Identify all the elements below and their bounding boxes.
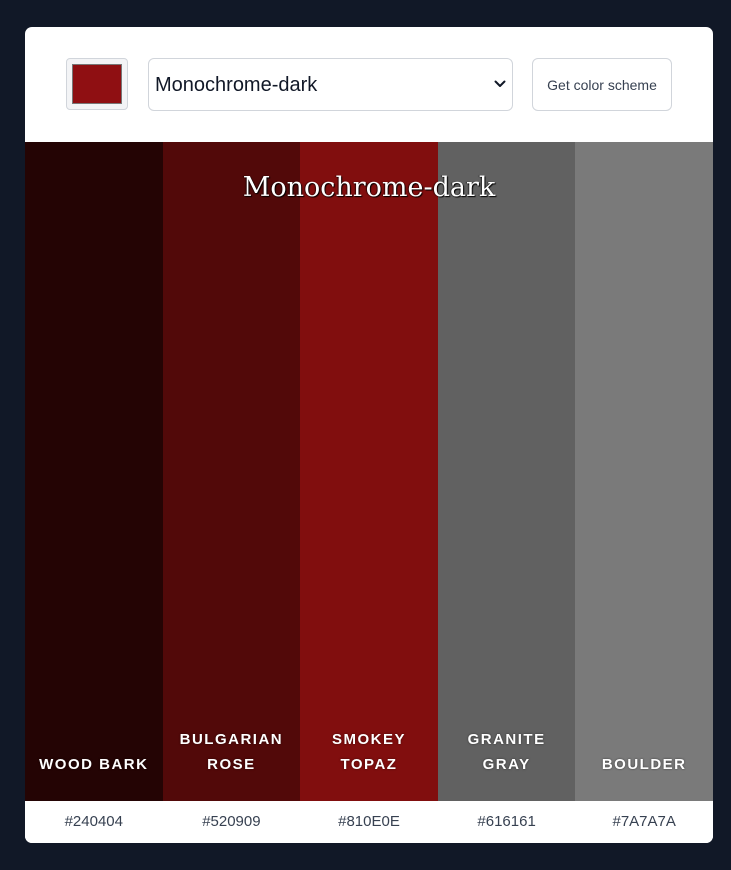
hex-code[interactable]: #520909 (163, 801, 301, 843)
color-name: GRANITE GRAY (438, 727, 576, 777)
chevron-down-icon (494, 80, 506, 87)
color-palette: WOOD BARK BULGARIAN ROSE SMOKEY TOPAZ GR… (25, 142, 713, 801)
color-name-line: WOOD BARK (39, 756, 149, 773)
color-column[interactable]: SMOKEY TOPAZ (300, 142, 438, 801)
scheme-mode-value: Monochrome-dark (155, 74, 318, 96)
color-name-line: GRANITE (467, 731, 546, 748)
color-name: SMOKEY TOPAZ (300, 727, 438, 777)
color-name-line: GRAY (482, 756, 531, 773)
color-scheme-card: Monochrome-dark Get color scheme WOOD BA… (25, 27, 713, 843)
hex-code[interactable]: #810E0E (300, 801, 438, 843)
color-name-line: SMOKEY (331, 731, 406, 748)
color-name-line: BULGARIAN (179, 731, 284, 748)
hex-codes-row: #240404 #520909 #810E0E #616161 #7A7A7A (25, 801, 713, 843)
color-name-line: TOPAZ (340, 756, 398, 773)
color-column[interactable]: WOOD BARK (25, 142, 163, 801)
color-name-line: BOULDER (601, 756, 687, 773)
hex-code[interactable]: #7A7A7A (575, 801, 713, 843)
hex-code[interactable]: #240404 (25, 801, 163, 843)
controls-header: Monochrome-dark Get color scheme (25, 27, 713, 142)
scheme-mode-select[interactable]: Monochrome-dark (148, 58, 513, 111)
color-name: BULGARIAN ROSE (163, 727, 301, 777)
color-name-line: ROSE (207, 756, 256, 773)
seed-color-swatch (72, 64, 122, 104)
color-name: WOOD BARK (25, 752, 163, 777)
color-column[interactable]: GRANITE GRAY (437, 142, 576, 801)
color-name: BOULDER (575, 752, 713, 777)
color-column[interactable]: BOULDER (575, 142, 713, 801)
color-column[interactable]: BULGARIAN ROSE (162, 142, 301, 801)
hex-code[interactable]: #616161 (438, 801, 576, 843)
seed-color-picker[interactable] (66, 58, 128, 110)
scheme-title: Monochrome-dark (242, 172, 496, 203)
get-color-scheme-button[interactable]: Get color scheme (532, 58, 672, 111)
